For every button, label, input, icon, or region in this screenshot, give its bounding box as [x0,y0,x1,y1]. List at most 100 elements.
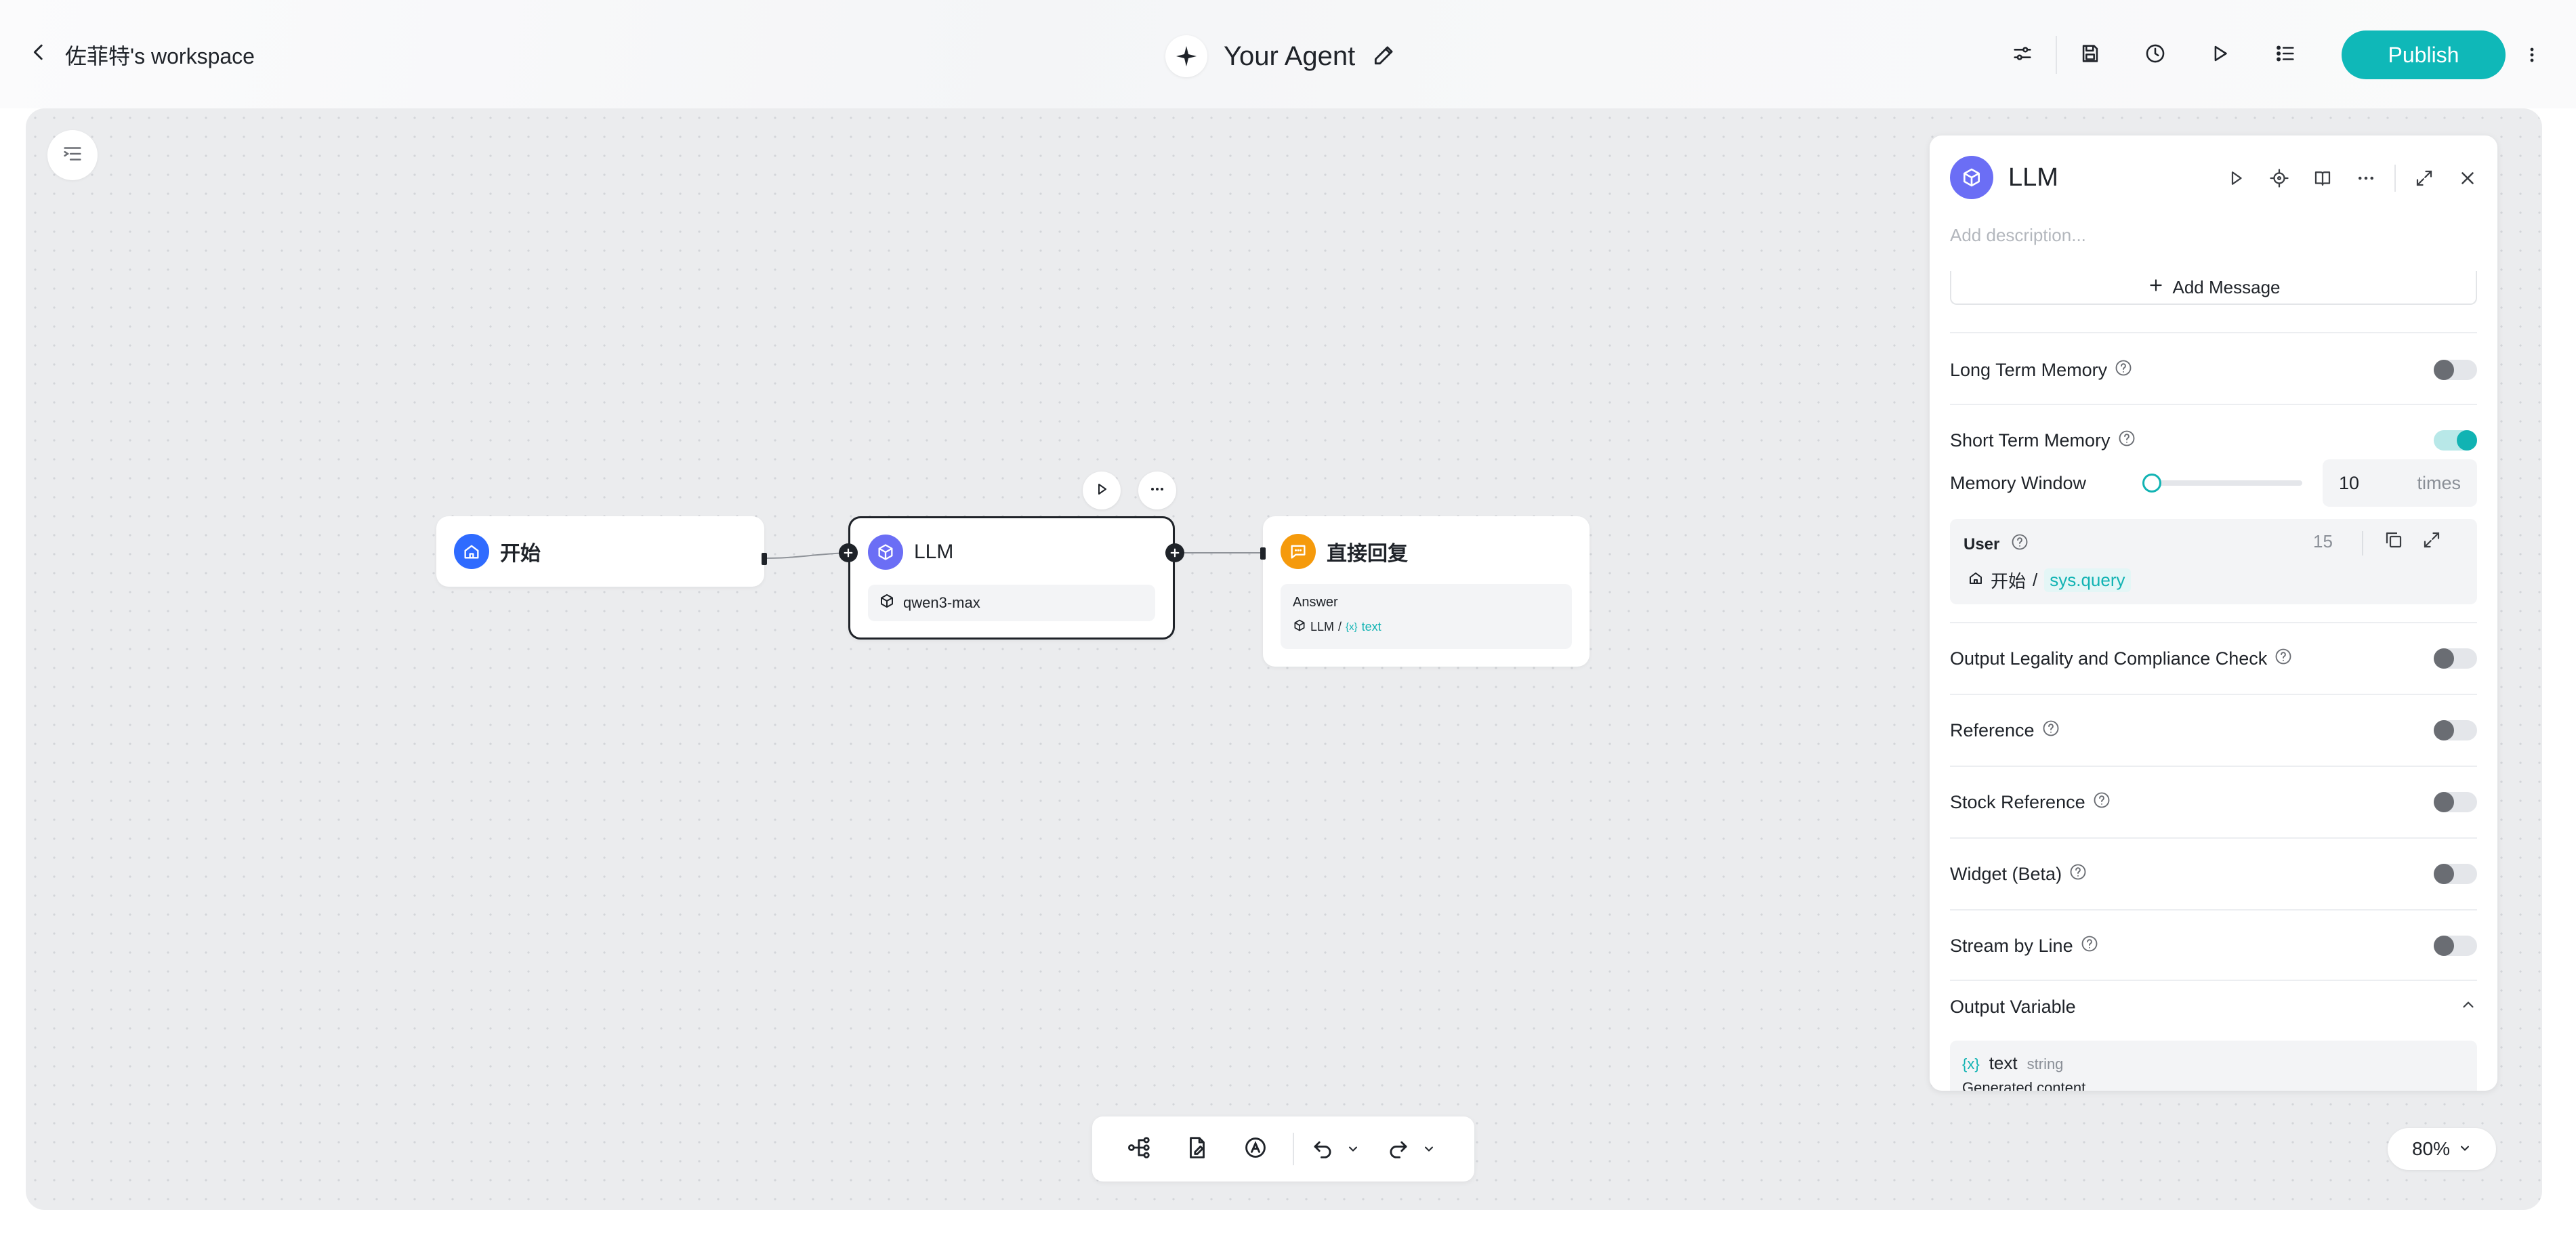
publish-button[interactable]: Publish [2342,30,2506,79]
llm-input-port[interactable] [839,543,858,562]
list-indent-icon [61,142,84,169]
help-circle-icon[interactable] [2080,934,2099,958]
help-circle-icon[interactable] [2114,358,2133,382]
add-message-button[interactable]: Add Message [1950,271,2477,305]
checklist-icon [2274,42,2297,68]
start-node[interactable]: 开始 [436,516,764,587]
stream-by-line-row: Stream by Line [1950,925,2477,966]
direct-reply-node[interactable]: 直接回复 Answer LLM / {x} text [1263,516,1590,667]
agent-title: Your Agent [1224,41,1356,71]
output-variable-header[interactable]: Output Variable [1950,996,2477,1018]
stock-reference-toggle[interactable] [2434,792,2477,812]
description-input[interactable]: Add description... [1950,225,2086,246]
undo-history-dropdown[interactable] [1343,1125,1363,1173]
copy-icon[interactable] [2384,530,2404,553]
run-node-button[interactable] [1083,472,1121,509]
start-output-port[interactable] [762,553,767,565]
plus-icon [844,548,853,558]
message-icon [1281,534,1316,569]
answer-ref-sep: / [1338,620,1342,633]
node-tree-icon [1126,1135,1152,1164]
variable-icon: {x} [1346,621,1358,633]
node-more-button[interactable] [1138,472,1176,509]
redo-history-dropdown[interactable] [1419,1125,1439,1173]
docs-button[interactable] [2301,163,2344,194]
answer-box: Answer LLM / {x} text [1281,584,1572,649]
llm-node[interactable]: LLM qwen3-max [848,516,1175,640]
run-step-button[interactable] [2214,163,2258,194]
compliance-check-toggle[interactable] [2434,648,2477,669]
undo-button[interactable] [1302,1125,1343,1173]
help-circle-icon[interactable] [2092,791,2111,814]
help-circle-icon[interactable] [2069,862,2087,886]
slider-thumb[interactable] [2142,474,2161,493]
zoom-control[interactable]: 80% [2388,1128,2496,1170]
reply-node-title: 直接回复 [1327,543,1408,565]
save-icon [2079,42,2102,68]
history-icon [2144,42,2167,68]
llm-output-port[interactable] [1165,543,1184,562]
play-icon [2231,171,2242,185]
reply-input-port[interactable] [1260,547,1266,560]
toolbar-divider [1293,1133,1294,1165]
zoom-level: 80% [2411,1138,2451,1159]
workflow-canvas[interactable]: 开始 LLM qwen3-max 直接回复 Answer LLM / {x} t… [26,108,2542,1210]
widget-toggle[interactable] [2434,864,2477,884]
short-term-memory-toggle[interactable] [2434,430,2477,451]
expand-editor-icon[interactable] [2422,530,2442,553]
run-button[interactable] [2197,31,2244,79]
user-tools-divider [2362,531,2363,556]
agent-title-area: Your Agent [1165,35,1397,77]
user-ref-var: sys.query [2044,568,2131,592]
compliance-check-label: Output Legality and Compliance Check [1950,648,2268,669]
auto-layout-button[interactable] [1226,1125,1285,1173]
panel-title[interactable]: LLM [2008,163,2058,192]
long-term-memory-toggle[interactable] [2434,360,2477,380]
help-circle-icon[interactable] [2041,719,2060,743]
answer-label: Answer [1293,595,1338,610]
panel-more-button[interactable] [2344,163,2388,194]
node-config-panel: LLM Add description... Add Message Long … [1930,135,2497,1091]
workflow-settings-button[interactable] [1999,31,2046,79]
widget-label: Widget (Beta) [1950,863,2062,884]
sparkle-icon [1165,35,1207,77]
expand-panel-button[interactable] [2403,163,2446,194]
stream-by-line-toggle[interactable] [2434,936,2477,956]
memory-window-input[interactable]: 10 times [2323,459,2477,507]
short-term-memory-label: Short Term Memory [1950,430,2111,451]
cube-icon [868,535,903,570]
help-circle-icon[interactable] [2274,647,2293,671]
memory-window-slider[interactable] [2142,474,2302,493]
section-divider [1950,332,2477,333]
outline-toggle-button[interactable] [47,130,98,180]
undo-icon [1310,1135,1335,1164]
help-circle-icon[interactable] [2010,532,2029,556]
variable-icon: {x} [1962,1056,1980,1072]
locate-node-button[interactable] [2258,163,2301,194]
back-to-workspace-link[interactable]: 佐菲特's workspace [27,38,255,72]
add-node-button[interactable] [1110,1125,1168,1173]
compliance-check-row: Output Legality and Compliance Check [1950,638,2477,679]
add-note-button[interactable] [1168,1125,1226,1173]
output-var-name: text [1989,1053,2018,1073]
section-divider [1950,622,2477,623]
edit-pencil-icon[interactable] [1371,42,1397,71]
more-horizontal-icon [2359,176,2373,180]
model-name: qwen3-max [903,594,980,611]
close-panel-button[interactable] [2446,163,2489,194]
more-vertical-icon[interactable] [2522,39,2542,70]
save-button[interactable] [2066,31,2114,79]
short-term-memory-row: Short Term Memory [1950,420,2477,461]
redo-button[interactable] [1378,1125,1419,1173]
reference-toggle[interactable] [2434,720,2477,740]
help-circle-icon[interactable] [2117,429,2136,453]
user-prompt-box[interactable]: User 15 开始 / sys.query [1950,519,2477,604]
workflow-settings-icon [2011,42,2034,68]
home-icon [1968,570,1984,591]
section-divider [1950,766,2477,767]
output-var-type: string [2027,1056,2064,1072]
plus-icon [2147,276,2165,299]
checklist-button[interactable] [2262,31,2309,79]
history-button[interactable] [2132,31,2179,79]
section-divider [1950,404,2477,405]
